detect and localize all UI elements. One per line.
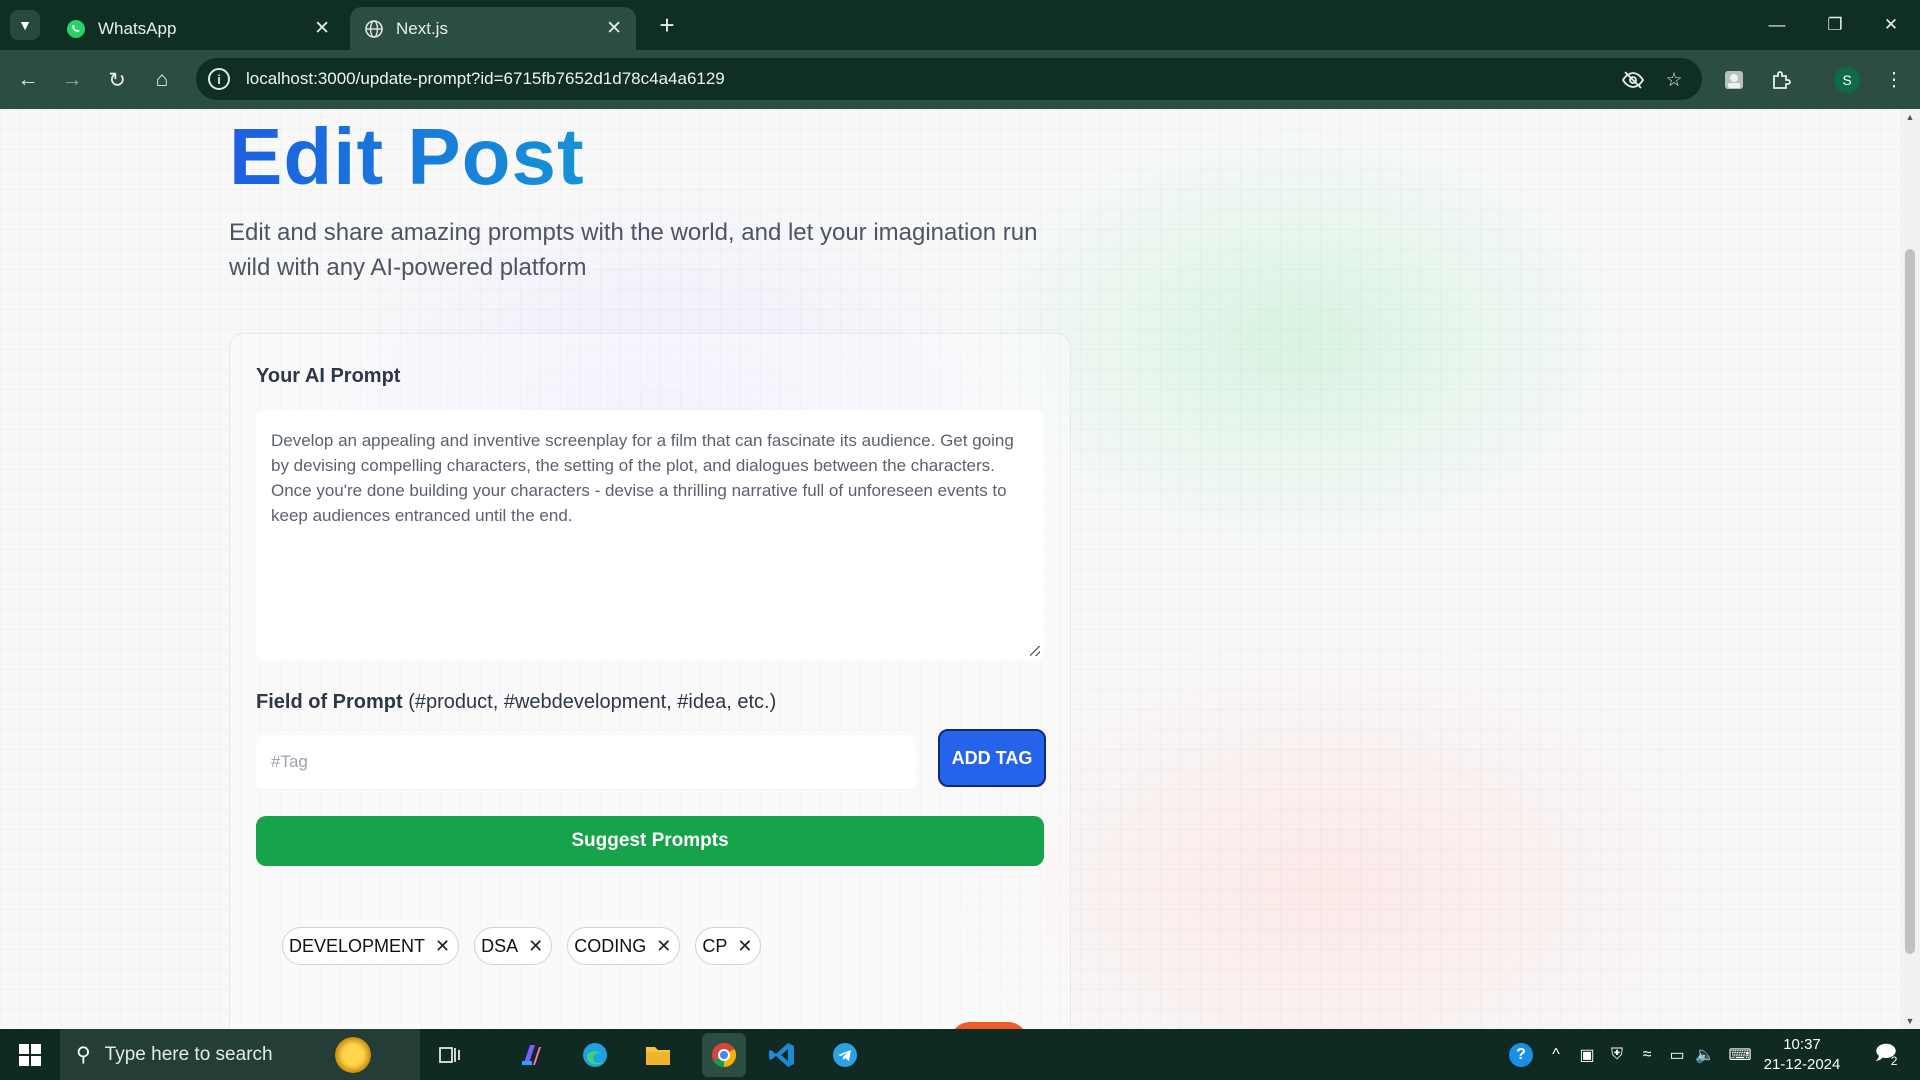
- windows-taskbar: ⚲ Type here to search ? ^ ▣ ⛨ ≈ ▭ 🔈 ⌨ 10…: [0, 1029, 1920, 1080]
- extension-puzzle-photo-icon[interactable]: [1718, 64, 1750, 96]
- address-bar[interactable]: i localhost:3000/update-prompt?id=6715fb…: [196, 58, 1702, 100]
- tag-chip: DEVELOPMENT ✕: [282, 927, 460, 965]
- windows-start-icon[interactable]: [0, 1029, 60, 1080]
- window-close-icon[interactable]: ✕: [1862, 0, 1920, 50]
- tag-chip: CODING ✕: [567, 927, 681, 965]
- security-tray-icon[interactable]: ▣: [1574, 1029, 1600, 1080]
- tag-chip-label: DEVELOPMENT: [289, 935, 426, 956]
- add-tag-button[interactable]: ADD TAG: [938, 729, 1046, 787]
- edit-prompt-form: Your AI Prompt Develop an appealing and …: [229, 333, 1071, 1029]
- resize-handle-icon[interactable]: [1030, 646, 1040, 656]
- back-arrow-icon[interactable]: ←: [12, 64, 44, 96]
- tag-chip-label: DSA: [481, 935, 519, 956]
- search-icon: ⚲: [76, 1044, 91, 1066]
- browser-toolbar: ← → ↻ ⌂ i localhost:3000/update-prompt?i…: [0, 50, 1920, 109]
- close-tab-icon[interactable]: ✕: [314, 17, 330, 40]
- tab-nextjs[interactable]: Next.js ✕: [350, 7, 636, 50]
- chevron-up-icon[interactable]: ^: [1544, 1029, 1568, 1080]
- scroll-up-arrow-icon[interactable]: ▲: [1900, 109, 1920, 125]
- whatsapp-icon: [66, 19, 86, 39]
- task-view-icon[interactable]: [432, 1037, 468, 1073]
- globe-icon: [364, 19, 384, 39]
- new-tab-plus-icon[interactable]: +: [652, 10, 682, 40]
- reload-icon[interactable]: ↻: [101, 64, 133, 96]
- tag-chip-label: CP: [702, 935, 728, 956]
- tag-input[interactable]: [256, 735, 916, 789]
- submit-button-partial[interactable]: [950, 1022, 1028, 1029]
- field-label-hint: (#product, #webdevelopment, #idea, etc.): [408, 691, 777, 713]
- chrome-browser-icon[interactable]: [702, 1033, 746, 1077]
- tag-list: DEVELOPMENT ✕ DSA ✕ CODING ✕ CP ✕: [282, 927, 762, 965]
- tag-chip-label: CODING: [574, 935, 647, 956]
- scroll-down-arrow-icon[interactable]: ▼: [1900, 1013, 1920, 1029]
- remove-tag-icon[interactable]: ✕: [528, 936, 543, 957]
- remove-tag-icon[interactable]: ✕: [435, 936, 450, 957]
- extensions-puzzle-icon[interactable]: [1765, 64, 1797, 96]
- restore-icon[interactable]: ❐: [1806, 0, 1864, 50]
- wifi-icon[interactable]: ≈: [1634, 1029, 1660, 1080]
- field-label: Field of Prompt (#product, #webdevelopme…: [256, 691, 776, 714]
- clock-date: 21-12-2024: [1763, 1056, 1841, 1073]
- system-clock[interactable]: 10:37 21-12-2024: [1762, 1035, 1842, 1075]
- tab-title: Next.js: [396, 18, 448, 38]
- prompt-text: Develop an appealing and inventive scree…: [271, 431, 1014, 525]
- copilot-icon[interactable]: [514, 1037, 550, 1073]
- tab-title: WhatsApp: [98, 18, 177, 38]
- page-title: Edit Post: [229, 112, 585, 201]
- telegram-icon[interactable]: [827, 1037, 863, 1073]
- tab-whatsapp[interactable]: WhatsApp ✕: [52, 7, 344, 50]
- suggest-prompts-button[interactable]: Suggest Prompts: [256, 816, 1044, 866]
- prompt-textarea[interactable]: Develop an appealing and inventive scree…: [256, 410, 1044, 660]
- prompt-label: Your AI Prompt: [256, 365, 401, 387]
- volume-icon[interactable]: 🔈: [1692, 1029, 1718, 1080]
- battery-icon[interactable]: ▭: [1664, 1029, 1690, 1080]
- taskbar-search-placeholder: Type here to search: [104, 1043, 273, 1065]
- home-icon[interactable]: ⌂: [146, 64, 178, 96]
- profile-avatar[interactable]: S: [1831, 64, 1863, 96]
- eye-slash-icon[interactable]: [1620, 67, 1646, 93]
- weather-sun-icon: [334, 1036, 371, 1073]
- notification-center-icon[interactable]: 🗩 2: [1866, 1029, 1906, 1080]
- url-text: localhost:3000/update-prompt?id=6715fb76…: [246, 69, 725, 88]
- help-icon[interactable]: ?: [1506, 1029, 1536, 1080]
- remove-tag-icon[interactable]: ✕: [737, 936, 752, 957]
- field-label-text: Field of Prompt: [256, 691, 403, 713]
- remove-tag-icon[interactable]: ✕: [656, 936, 671, 957]
- bookmark-star-icon[interactable]: ☆: [1661, 67, 1687, 93]
- keyboard-icon[interactable]: ⌨: [1724, 1029, 1756, 1080]
- edge-browser-icon[interactable]: [577, 1037, 613, 1073]
- tag-chip: CP ✕: [695, 927, 762, 965]
- notification-count-badge: 2: [1890, 1053, 1898, 1068]
- close-tab-icon[interactable]: ✕: [606, 17, 622, 40]
- page-scrollbar[interactable]: ▲ ▼: [1900, 109, 1920, 1029]
- scrollbar-thumb[interactable]: [1905, 249, 1915, 954]
- tab-search-chevron-icon[interactable]: ▼: [10, 10, 40, 40]
- minimize-icon[interactable]: —: [1748, 0, 1806, 50]
- browser-tab-strip: ▼ WhatsApp ✕ Next.js ✕ + — ❐ ✕: [0, 0, 1920, 50]
- taskbar-search-box[interactable]: ⚲ Type here to search: [60, 1029, 420, 1080]
- vscode-icon[interactable]: [764, 1037, 800, 1073]
- browser-menu-kebab-icon[interactable]: ⋮: [1878, 64, 1910, 96]
- page-content: Edit Post Edit and share amazing prompts…: [0, 109, 1900, 1029]
- tag-chip: DSA ✕: [474, 927, 553, 965]
- file-explorer-icon[interactable]: [640, 1037, 676, 1073]
- page-description: Edit and share amazing prompts with the …: [229, 219, 1038, 281]
- clock-time: 10:37: [1783, 1036, 1821, 1053]
- shield-icon[interactable]: ⛨: [1604, 1029, 1630, 1080]
- forward-arrow-icon[interactable]: →: [56, 64, 88, 96]
- site-info-icon[interactable]: i: [208, 68, 230, 90]
